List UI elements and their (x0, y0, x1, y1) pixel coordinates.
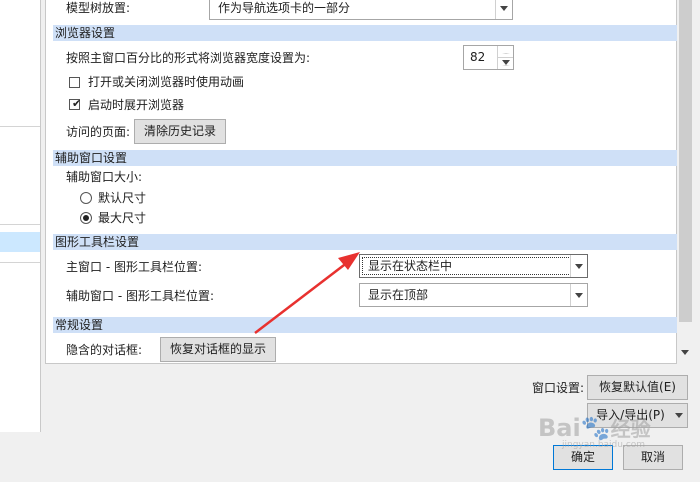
window-settings-label: 窗口设置: (532, 381, 585, 395)
restore-defaults-button[interactable]: 恢复默认值(E) (587, 375, 688, 400)
watermark-logo: Bai🐾经验 (538, 414, 651, 442)
watermark-url: jingyan.baidu.com (562, 440, 646, 450)
paw-icon: 🐾 (580, 414, 611, 442)
chevron-down-icon (675, 413, 683, 418)
annotation-arrow-shaft (254, 261, 349, 334)
